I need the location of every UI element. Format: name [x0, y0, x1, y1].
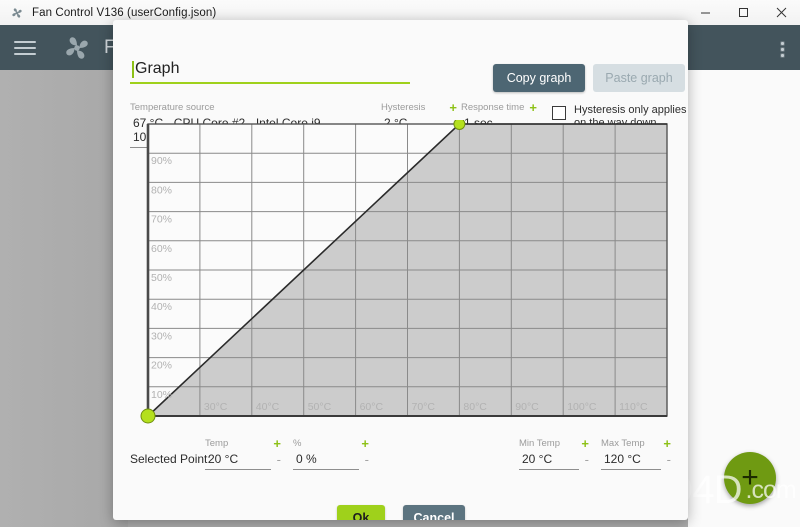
svg-text:70%: 70% [151, 214, 172, 226]
hysteresis-increment-button[interactable]: + [449, 101, 457, 114]
min-temp-decrement-button[interactable]: - [585, 453, 589, 466]
svg-text:60°C: 60°C [360, 401, 384, 413]
graph-name-field[interactable]: Graph [130, 60, 410, 84]
text-caret [132, 61, 134, 78]
svg-text:70°C: 70°C [412, 401, 436, 413]
svg-text:110°C: 110°C [619, 401, 648, 413]
svg-text:40°C: 40°C [256, 401, 280, 413]
max-temp-increment-button[interactable]: + [663, 437, 671, 450]
selected-point-temp-decrement-button[interactable]: - [277, 453, 281, 466]
selected-point-percent-field[interactable]: % + 0 % - [293, 437, 369, 470]
min-temp-field[interactable]: Min Temp + 20 °C - [519, 437, 589, 470]
maximize-icon[interactable] [724, 0, 762, 25]
max-temp-label: Max Temp [601, 438, 645, 449]
fan-icon [62, 33, 92, 63]
temperature-source-label: Temperature source [130, 102, 215, 113]
graph-name-value: Graph [135, 60, 180, 77]
selected-point-label: Selected Point: [130, 452, 211, 466]
fan-curve-svg[interactable]: 10% 20% 30% 40% 50% 60% 70% 80% 90% 30°C 40°C 50°C 6… [130, 118, 670, 430]
max-temp-value[interactable]: 120 °C [601, 450, 661, 470]
paste-graph-label: Paste graph [605, 71, 673, 85]
kebab-menu-icon[interactable] [781, 39, 784, 60]
svg-text:80°C: 80°C [463, 401, 487, 413]
response-time-label: Response time [461, 102, 525, 113]
svg-text:80%: 80% [151, 184, 172, 196]
copy-graph-button[interactable]: Copy graph [493, 64, 585, 92]
cancel-label: Cancel [413, 511, 455, 520]
selected-point-percent-label: % [293, 438, 302, 449]
min-temp-increment-button[interactable]: + [581, 437, 589, 450]
fan-icon [4, 6, 30, 20]
svg-text:10%: 10% [151, 389, 172, 401]
selected-point-temp-label: Temp [205, 438, 229, 449]
content-card [0, 70, 128, 527]
window-controls [686, 0, 800, 25]
selected-point-percent-decrement-button[interactable]: - [365, 453, 369, 466]
selected-point-temp-value[interactable]: 20 °C [205, 450, 271, 470]
selected-point-temp-field[interactable]: Temp + 20 °C - [205, 437, 281, 470]
plus-icon: + [741, 461, 759, 494]
hamburger-icon[interactable] [14, 37, 36, 59]
checkbox-label-line1: Hysteresis only applies [574, 104, 687, 116]
cancel-button[interactable]: Cancel [403, 505, 465, 520]
svg-text:50°C: 50°C [308, 401, 332, 413]
svg-text:30%: 30% [151, 330, 172, 342]
graph-editor-dialog: Graph Copy graph Paste graph Temperature… [113, 20, 688, 520]
paste-graph-button[interactable]: Paste graph [593, 64, 685, 92]
add-button[interactable]: + [724, 452, 776, 504]
svg-text:40%: 40% [151, 301, 172, 313]
ok-button[interactable]: Ok [337, 505, 385, 520]
window-title: Fan Control V136 (userConfig.json) [32, 6, 217, 19]
svg-text:50%: 50% [151, 272, 172, 284]
close-icon[interactable] [762, 0, 800, 25]
application-window: Fan Control V136 (userConfig.json) + LO4… [0, 0, 800, 527]
min-temp-label: Min Temp [519, 438, 561, 449]
svg-text:20%: 20% [151, 360, 172, 372]
selected-point-percent-increment-button[interactable]: + [361, 437, 369, 450]
minimize-icon[interactable] [686, 0, 724, 25]
svg-text:100°C: 100°C [567, 401, 597, 413]
copy-graph-label: Copy graph [506, 71, 572, 85]
ok-label: Ok [352, 511, 370, 520]
selected-point-percent-value[interactable]: 0 % [293, 450, 359, 470]
svg-text:30°C: 30°C [204, 401, 228, 413]
min-temp-value[interactable]: 20 °C [519, 450, 579, 470]
svg-text:90%: 90% [151, 155, 172, 167]
max-temp-decrement-button[interactable]: - [667, 453, 671, 466]
checkbox-icon[interactable] [552, 106, 566, 120]
max-temp-field[interactable]: Max Temp + 120 °C - [601, 437, 671, 470]
hysteresis-label: Hysteresis [381, 102, 426, 113]
svg-text:60%: 60% [151, 243, 172, 255]
fan-curve-graph[interactable]: 10% 20% 30% 40% 50% 60% 70% 80% 90% 30°C 40°C 50°C 6… [130, 118, 670, 430]
selected-point-temp-increment-button[interactable]: + [273, 437, 281, 450]
svg-text:90°C: 90°C [515, 401, 539, 413]
graph-name-input[interactable]: Graph [130, 60, 410, 84]
response-time-increment-button[interactable]: + [529, 101, 537, 114]
